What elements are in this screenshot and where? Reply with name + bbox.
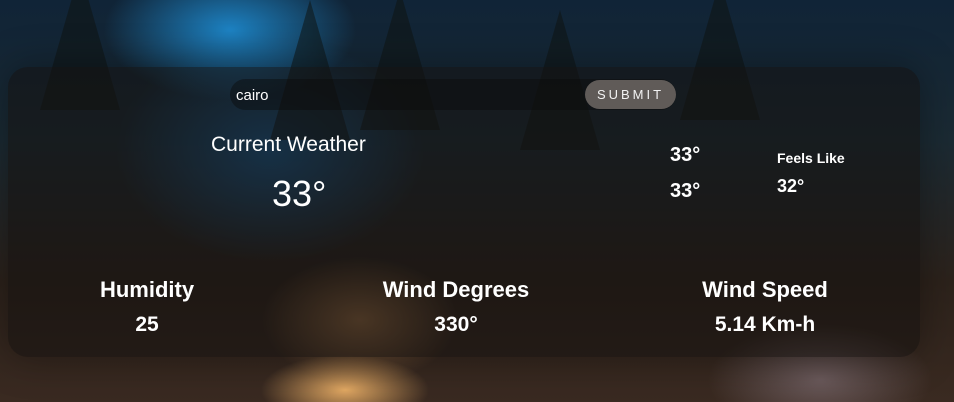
wind-speed-value: 5.14 Km-h	[714, 313, 816, 336]
temperature-value-2: 33°	[670, 180, 701, 202]
wind-degrees-value: 330°	[434, 313, 478, 336]
humidity-value: 25	[135, 313, 159, 336]
feels-like-label: Feels Like	[777, 150, 845, 166]
temperature-value-1: 33°	[670, 144, 701, 166]
city-search-input[interactable]	[236, 84, 566, 106]
wind-speed-label: Wind Speed	[702, 277, 828, 302]
background-scene: SUBMIT Current Weather 33° 33° 33° Feels…	[0, 0, 954, 402]
humidity-label: Humidity	[99, 277, 195, 302]
current-temperature: 33°	[272, 173, 327, 214]
current-weather-title: Current Weather	[211, 133, 366, 156]
feels-like-value: 32°	[777, 176, 805, 196]
submit-button[interactable]: SUBMIT	[585, 80, 676, 109]
wind-degrees-label: Wind Degrees	[382, 277, 530, 302]
